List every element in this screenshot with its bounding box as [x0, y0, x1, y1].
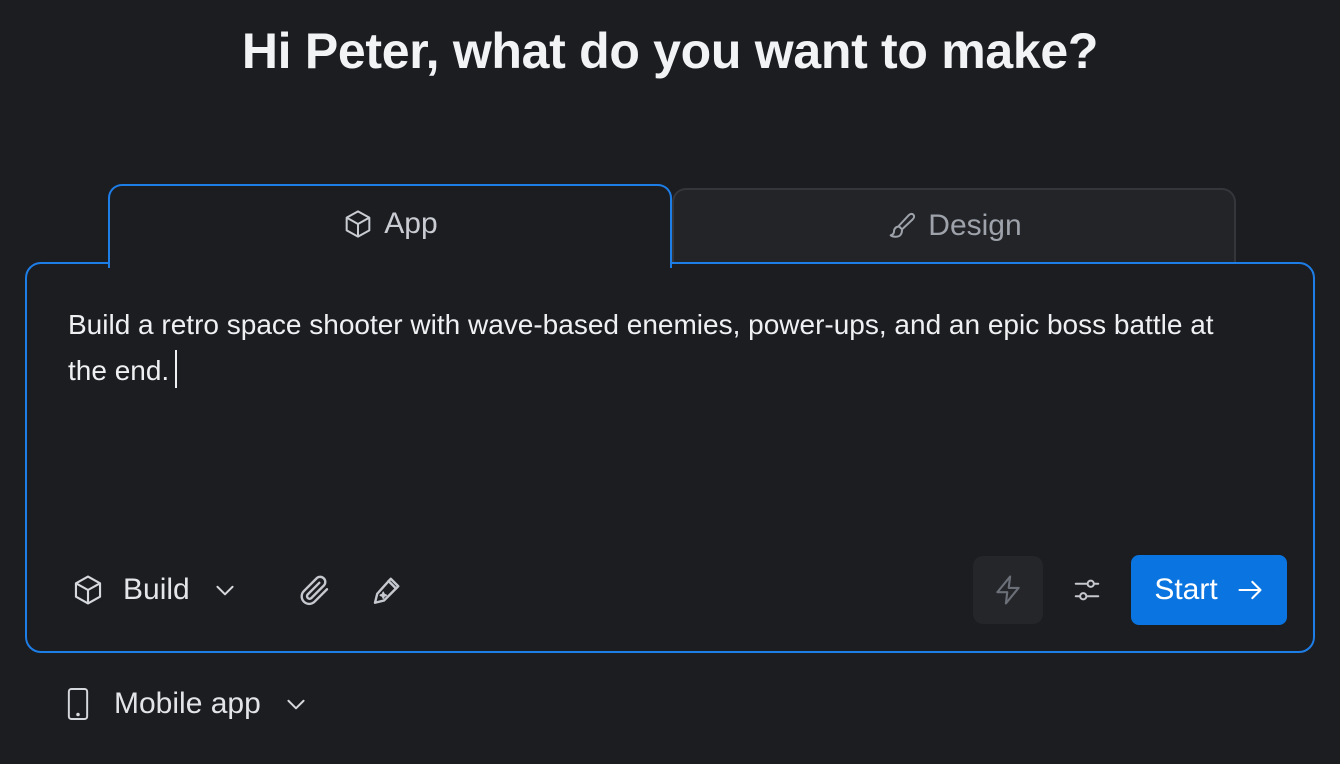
prompt-input[interactable]: Build a retro space shooter with wave-ba…	[68, 302, 1258, 394]
phone-icon	[64, 687, 92, 721]
cube-icon	[342, 208, 374, 240]
text-caret	[175, 350, 178, 388]
mode-select-label: Build	[123, 573, 190, 606]
chevron-down-icon	[283, 691, 309, 717]
tab-app-label: App	[384, 207, 438, 240]
arrow-right-icon	[1236, 576, 1264, 604]
start-button[interactable]: Start	[1131, 555, 1287, 625]
magic-pen-icon	[369, 572, 405, 608]
sliders-icon	[1072, 575, 1102, 605]
cube-icon	[71, 573, 105, 607]
chevron-down-icon	[212, 577, 238, 603]
mode-select[interactable]: Build	[71, 568, 238, 612]
fast-mode-button[interactable]	[973, 556, 1043, 624]
platform-select[interactable]: Mobile app	[64, 682, 309, 726]
lightning-icon	[991, 573, 1025, 607]
enhance-prompt-button[interactable]	[367, 570, 407, 610]
settings-button[interactable]	[1069, 570, 1105, 610]
tab-design-label: Design	[928, 209, 1022, 242]
prompt-input-value: Build a retro space shooter with wave-ba…	[68, 309, 1214, 386]
attach-button[interactable]	[295, 570, 335, 610]
paperclip-icon	[297, 572, 333, 608]
tab-app[interactable]: App	[108, 184, 672, 268]
tab-design[interactable]: Design	[672, 188, 1236, 266]
page: Hi Peter, what do you want to make? App …	[0, 0, 1340, 764]
start-button-label: Start	[1154, 573, 1218, 606]
page-title: Hi Peter, what do you want to make?	[241, 23, 1099, 79]
brush-icon	[886, 210, 918, 242]
prompt-card: Build a retro space shooter with wave-ba…	[25, 262, 1315, 653]
tab-connector	[110, 258, 670, 266]
platform-select-label: Mobile app	[114, 687, 261, 720]
